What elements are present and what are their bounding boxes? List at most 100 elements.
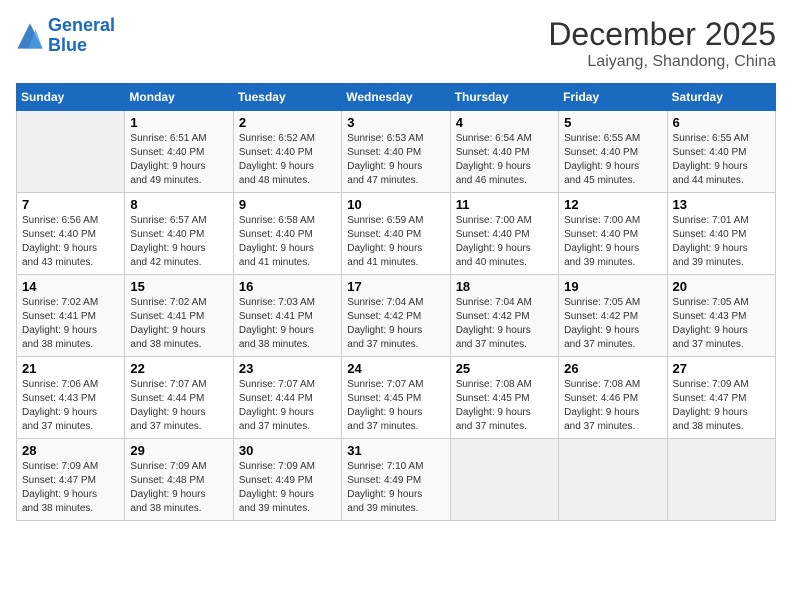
calendar-week-1: 1 Sunrise: 6:51 AM Sunset: 4:40 PM Daylig…: [17, 111, 776, 193]
calendar-cell: 14 Sunrise: 7:02 AM Sunset: 4:41 PM Dayli…: [17, 275, 125, 357]
day-info: Sunrise: 7:05 AM Sunset: 4:43 PM Dayligh…: [673, 296, 770, 352]
day-number: 9: [239, 197, 336, 212]
calendar-cell: 27Sunrise: 7:09 AM Sunset: 4:47 PM Dayli…: [667, 357, 775, 439]
calendar-cell: 28 Sunrise: 7:09 AM Sunset: 4:47 PM Dayli…: [17, 439, 125, 521]
day-number: 12: [564, 197, 661, 212]
day-info: Sunrise: 7:07 AM Sunset: 4:45 PM Dayligh…: [347, 378, 444, 434]
day-number: 23: [239, 361, 336, 376]
day-info: Sunrise: 7:05 AM Sunset: 4:42 PM Dayligh…: [564, 296, 661, 352]
day-info: Sunrise: 7:07 AM Sunset: 4:44 PM Dayligh…: [239, 378, 336, 434]
day-number: 17: [347, 279, 444, 294]
day-number: 5: [564, 115, 661, 130]
day-info: Sunrise: 7:09 AM Sunset: 4:47 PM Dayligh…: [22, 460, 119, 516]
day-number: 14: [22, 279, 119, 294]
column-header-friday: Friday: [559, 84, 667, 111]
calendar-cell: 21 Sunrise: 7:06 AM Sunset: 4:43 PM Dayli…: [17, 357, 125, 439]
calendar-cell: 11Sunrise: 7:00 AM Sunset: 4:40 PM Dayli…: [450, 193, 558, 275]
day-number: 18: [456, 279, 553, 294]
column-header-monday: Monday: [125, 84, 233, 111]
day-info: Sunrise: 7:02 AM Sunset: 4:41 PM Dayligh…: [22, 296, 119, 352]
day-info: Sunrise: 6:58 AM Sunset: 4:40 PM Dayligh…: [239, 214, 336, 270]
day-number: 3: [347, 115, 444, 130]
logo: General Blue: [16, 16, 115, 56]
day-number: 28: [22, 443, 119, 458]
page-header: General Blue December 2025 Laiyang, Shan…: [16, 16, 776, 71]
calendar-cell: 22 Sunrise: 7:07 AM Sunset: 4:44 PM Dayli…: [125, 357, 233, 439]
calendar-cell: 15Sunrise: 7:02 AM Sunset: 4:41 PM Dayli…: [125, 275, 233, 357]
calendar-cell: 9 Sunrise: 6:58 AM Sunset: 4:40 PM Daylig…: [233, 193, 341, 275]
calendar-cell: 5Sunrise: 6:55 AM Sunset: 4:40 PM Daylig…: [559, 111, 667, 193]
logo-text: General Blue: [48, 16, 115, 56]
day-info: Sunrise: 7:09 AM Sunset: 4:48 PM Dayligh…: [130, 460, 227, 516]
day-info: Sunrise: 6:59 AM Sunset: 4:40 PM Dayligh…: [347, 214, 444, 270]
day-info: Sunrise: 6:51 AM Sunset: 4:40 PM Dayligh…: [130, 132, 227, 188]
calendar-cell: 13 Sunrise: 7:01 AM Sunset: 4:40 PM Dayli…: [667, 193, 775, 275]
calendar-table: SundayMondayTuesdayWednesdayThursdayFrid…: [16, 83, 776, 521]
day-info: Sunrise: 6:57 AM Sunset: 4:40 PM Dayligh…: [130, 214, 227, 270]
calendar-cell: 26Sunrise: 7:08 AM Sunset: 4:46 PM Dayli…: [559, 357, 667, 439]
day-info: Sunrise: 6:53 AM Sunset: 4:40 PM Dayligh…: [347, 132, 444, 188]
day-info: Sunrise: 7:09 AM Sunset: 4:47 PM Dayligh…: [673, 378, 770, 434]
day-info: Sunrise: 7:00 AM Sunset: 4:40 PM Dayligh…: [564, 214, 661, 270]
calendar-cell: [17, 111, 125, 193]
calendar-header-row: SundayMondayTuesdayWednesdayThursdayFrid…: [17, 84, 776, 111]
calendar-cell: 24 Sunrise: 7:07 AM Sunset: 4:45 PM Dayli…: [342, 357, 450, 439]
day-number: 4: [456, 115, 553, 130]
day-number: 31: [347, 443, 444, 458]
calendar-cell: 16Sunrise: 7:03 AM Sunset: 4:41 PM Dayli…: [233, 275, 341, 357]
day-number: 8: [130, 197, 227, 212]
day-info: Sunrise: 6:56 AM Sunset: 4:40 PM Dayligh…: [22, 214, 119, 270]
day-number: 21: [22, 361, 119, 376]
column-header-tuesday: Tuesday: [233, 84, 341, 111]
calendar-cell: 12 Sunrise: 7:00 AM Sunset: 4:40 PM Dayli…: [559, 193, 667, 275]
calendar-cell: 6Sunrise: 6:55 AM Sunset: 4:40 PM Daylig…: [667, 111, 775, 193]
day-number: 11: [456, 197, 553, 212]
calendar-cell: [450, 439, 558, 521]
logo-icon: [16, 22, 44, 50]
day-info: Sunrise: 7:04 AM Sunset: 4:42 PM Dayligh…: [456, 296, 553, 352]
title-block: December 2025 Laiyang, Shandong, China: [548, 16, 776, 71]
calendar-cell: 4 Sunrise: 6:54 AM Sunset: 4:40 PM Daylig…: [450, 111, 558, 193]
calendar-cell: [559, 439, 667, 521]
column-header-wednesday: Wednesday: [342, 84, 450, 111]
calendar-cell: 17Sunrise: 7:04 AM Sunset: 4:42 PM Dayli…: [342, 275, 450, 357]
day-number: 6: [673, 115, 770, 130]
calendar-cell: 30 Sunrise: 7:09 AM Sunset: 4:49 PM Dayli…: [233, 439, 341, 521]
day-number: 13: [673, 197, 770, 212]
calendar-cell: 7 Sunrise: 6:56 AM Sunset: 4:40 PM Daylig…: [17, 193, 125, 275]
day-number: 16: [239, 279, 336, 294]
calendar-cell: 19Sunrise: 7:05 AM Sunset: 4:42 PM Dayli…: [559, 275, 667, 357]
day-info: Sunrise: 7:06 AM Sunset: 4:43 PM Dayligh…: [22, 378, 119, 434]
calendar-cell: [667, 439, 775, 521]
calendar-week-4: 21 Sunrise: 7:06 AM Sunset: 4:43 PM Dayli…: [17, 357, 776, 439]
day-info: Sunrise: 7:10 AM Sunset: 4:49 PM Dayligh…: [347, 460, 444, 516]
calendar-cell: 3 Sunrise: 6:53 AM Sunset: 4:40 PM Daylig…: [342, 111, 450, 193]
day-number: 7: [22, 197, 119, 212]
calendar-cell: 31 Sunrise: 7:10 AM Sunset: 4:49 PM Dayli…: [342, 439, 450, 521]
day-number: 24: [347, 361, 444, 376]
day-info: Sunrise: 7:08 AM Sunset: 4:45 PM Dayligh…: [456, 378, 553, 434]
day-number: 26: [564, 361, 661, 376]
day-info: Sunrise: 7:09 AM Sunset: 4:49 PM Dayligh…: [239, 460, 336, 516]
day-number: 30: [239, 443, 336, 458]
day-number: 25: [456, 361, 553, 376]
column-header-sunday: Sunday: [17, 84, 125, 111]
calendar-cell: 1 Sunrise: 6:51 AM Sunset: 4:40 PM Daylig…: [125, 111, 233, 193]
column-header-saturday: Saturday: [667, 84, 775, 111]
day-info: Sunrise: 6:54 AM Sunset: 4:40 PM Dayligh…: [456, 132, 553, 188]
day-number: 1: [130, 115, 227, 130]
month-title: December 2025: [548, 16, 776, 53]
day-info: Sunrise: 7:07 AM Sunset: 4:44 PM Dayligh…: [130, 378, 227, 434]
day-number: 20: [673, 279, 770, 294]
day-info: Sunrise: 7:02 AM Sunset: 4:41 PM Dayligh…: [130, 296, 227, 352]
day-info: Sunrise: 6:52 AM Sunset: 4:40 PM Dayligh…: [239, 132, 336, 188]
day-number: 29: [130, 443, 227, 458]
day-number: 22: [130, 361, 227, 376]
calendar-cell: 8 Sunrise: 6:57 AM Sunset: 4:40 PM Daylig…: [125, 193, 233, 275]
calendar-cell: 23 Sunrise: 7:07 AM Sunset: 4:44 PM Dayli…: [233, 357, 341, 439]
calendar-week-2: 7 Sunrise: 6:56 AM Sunset: 4:40 PM Daylig…: [17, 193, 776, 275]
calendar-cell: 29 Sunrise: 7:09 AM Sunset: 4:48 PM Dayli…: [125, 439, 233, 521]
day-number: 2: [239, 115, 336, 130]
location-title: Laiyang, Shandong, China: [548, 53, 776, 71]
day-info: Sunrise: 7:01 AM Sunset: 4:40 PM Dayligh…: [673, 214, 770, 270]
